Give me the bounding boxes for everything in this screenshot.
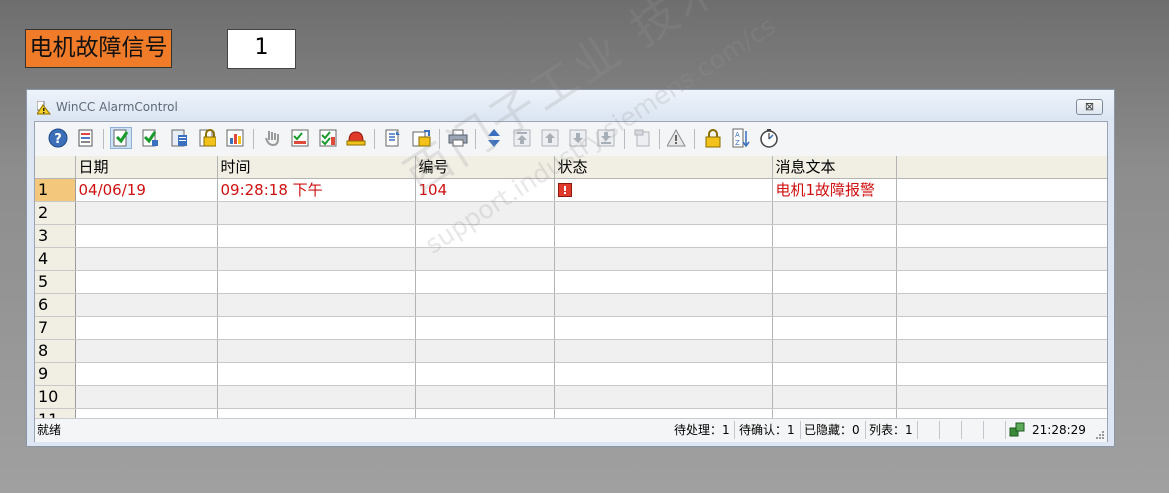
window-title: WinCC AlarmControl — [56, 100, 178, 114]
column-header-number[interactable]: 编号 — [415, 156, 555, 179]
column-header-empty — [896, 156, 1107, 179]
row-number[interactable]: 11 — [35, 408, 76, 418]
autoscroll-icon[interactable] — [483, 127, 505, 149]
status-time: 21:28:29 — [1032, 423, 1086, 437]
status-hidden-count: 已隐藏：0 — [804, 423, 860, 437]
row-number[interactable]: 1 — [35, 178, 76, 202]
title-bar: WinCC AlarmControl ⊠ — [27, 90, 1114, 120]
cell-number[interactable]: 104 — [415, 178, 555, 202]
column-header-message-text[interactable]: 消息文本 — [772, 156, 897, 179]
row-number-header — [35, 156, 76, 179]
status-ready: 就绪 — [37, 423, 62, 437]
row-number[interactable]: 9 — [35, 362, 76, 386]
help-icon[interactable]: ? — [47, 127, 69, 149]
row-number[interactable]: 6 — [35, 293, 76, 317]
display-options-icon[interactable] — [410, 127, 432, 149]
last-message-icon[interactable] — [595, 127, 617, 149]
row-number[interactable]: 4 — [35, 247, 76, 271]
svg-text:Z: Z — [735, 139, 740, 147]
table-row[interactable]: 10 — [35, 385, 1107, 409]
column-header-date[interactable]: 日期 — [75, 156, 218, 179]
table-row[interactable]: 5 — [35, 270, 1107, 294]
table-row[interactable]: 1 04/06/19 09:28:18 下午 104 电机1故障报警 — [35, 178, 1107, 202]
row-number[interactable]: 3 — [35, 224, 76, 248]
lock-list-icon[interactable] — [196, 127, 218, 149]
horn-acknowledge-icon[interactable] — [345, 127, 367, 149]
alarm-table: 日期 时间 编号 状态 消息文本 1 04/06/19 09:28:18 下午 … — [35, 156, 1107, 418]
hit-list-icon[interactable] — [224, 127, 246, 149]
next-message-icon[interactable] — [567, 127, 589, 149]
status-list-count: 列表：1 — [869, 423, 913, 437]
alarm-came-in-icon — [557, 183, 572, 197]
cell-date[interactable]: 04/06/19 — [75, 178, 218, 202]
cell-time[interactable]: 09:28:18 下午 — [217, 178, 416, 202]
table-row[interactable]: 8 — [35, 339, 1107, 363]
table-row[interactable]: 2 — [35, 201, 1107, 225]
row-number[interactable]: 7 — [35, 316, 76, 340]
close-button[interactable]: ⊠ — [1076, 99, 1103, 115]
sort-dialog-icon[interactable]: AZ — [730, 127, 752, 149]
cell-status[interactable] — [554, 178, 773, 202]
comments-icon[interactable] — [666, 127, 688, 149]
table-row[interactable]: 9 — [35, 362, 1107, 386]
cell-empty — [896, 178, 1107, 202]
table-row[interactable]: 3 — [35, 224, 1107, 248]
status-bar: 就绪 待处理：1 待确认：1 已隐藏：0 列表：1 21:28:29 — [35, 418, 1107, 442]
toolbar: ? A Z — [35, 122, 1107, 157]
column-header-time[interactable]: 时间 — [217, 156, 416, 179]
row-number[interactable]: 8 — [35, 339, 76, 363]
status-to-acknowledge-count: 待确认：1 — [739, 423, 795, 437]
row-number[interactable]: 5 — [35, 270, 76, 294]
svg-text:?: ? — [54, 132, 62, 147]
previous-message-icon[interactable] — [539, 127, 561, 149]
server-connection-icon — [1009, 422, 1025, 437]
table-header-row: 日期 时间 编号 状态 消息文本 — [35, 156, 1107, 179]
table-row[interactable]: 7 — [35, 316, 1107, 340]
motor-fault-signal-label: 电机故障信号 — [25, 29, 172, 68]
svg-text:A: A — [735, 131, 740, 139]
alarm-control-window: WinCC AlarmControl ⊠ ? A Z 日期 时间 编号 状态 消… — [26, 89, 1115, 447]
single-acknowledge-icon[interactable] — [261, 127, 283, 149]
table-row[interactable]: 4 — [35, 247, 1107, 271]
info-text-icon[interactable] — [632, 127, 654, 149]
resize-grip-icon[interactable] — [1095, 430, 1105, 440]
row-number[interactable]: 10 — [35, 385, 76, 409]
first-message-icon[interactable] — [511, 127, 533, 149]
motor-fault-signal-value[interactable]: 1 — [227, 29, 296, 69]
cell-message-text[interactable]: 电机1故障报警 — [772, 178, 897, 202]
message-list-icon[interactable] — [110, 127, 132, 149]
lock-icon[interactable] — [702, 127, 724, 149]
row-number[interactable]: 2 — [35, 201, 76, 225]
column-header-status[interactable]: 状态 — [554, 156, 773, 179]
time-base-icon[interactable] — [758, 127, 780, 149]
selection-dialog-icon[interactable] — [382, 127, 404, 149]
group-acknowledge-icon[interactable] — [289, 127, 311, 149]
short-term-archive-icon[interactable] — [139, 127, 161, 149]
long-term-archive-icon[interactable] — [168, 127, 190, 149]
emergency-acknowledge-icon[interactable] — [317, 127, 339, 149]
alarm-control-content: ? A Z 日期 时间 编号 状态 消息文本 1 04/06/19 09:28:… — [34, 121, 1108, 442]
config-dialog-icon[interactable] — [75, 127, 97, 149]
table-row[interactable]: 11 — [35, 408, 1107, 418]
alarm-window-icon — [37, 101, 51, 115]
status-pending-count: 待处理：1 — [674, 423, 730, 437]
table-row[interactable]: 6 — [35, 293, 1107, 317]
print-icon[interactable] — [447, 127, 469, 149]
